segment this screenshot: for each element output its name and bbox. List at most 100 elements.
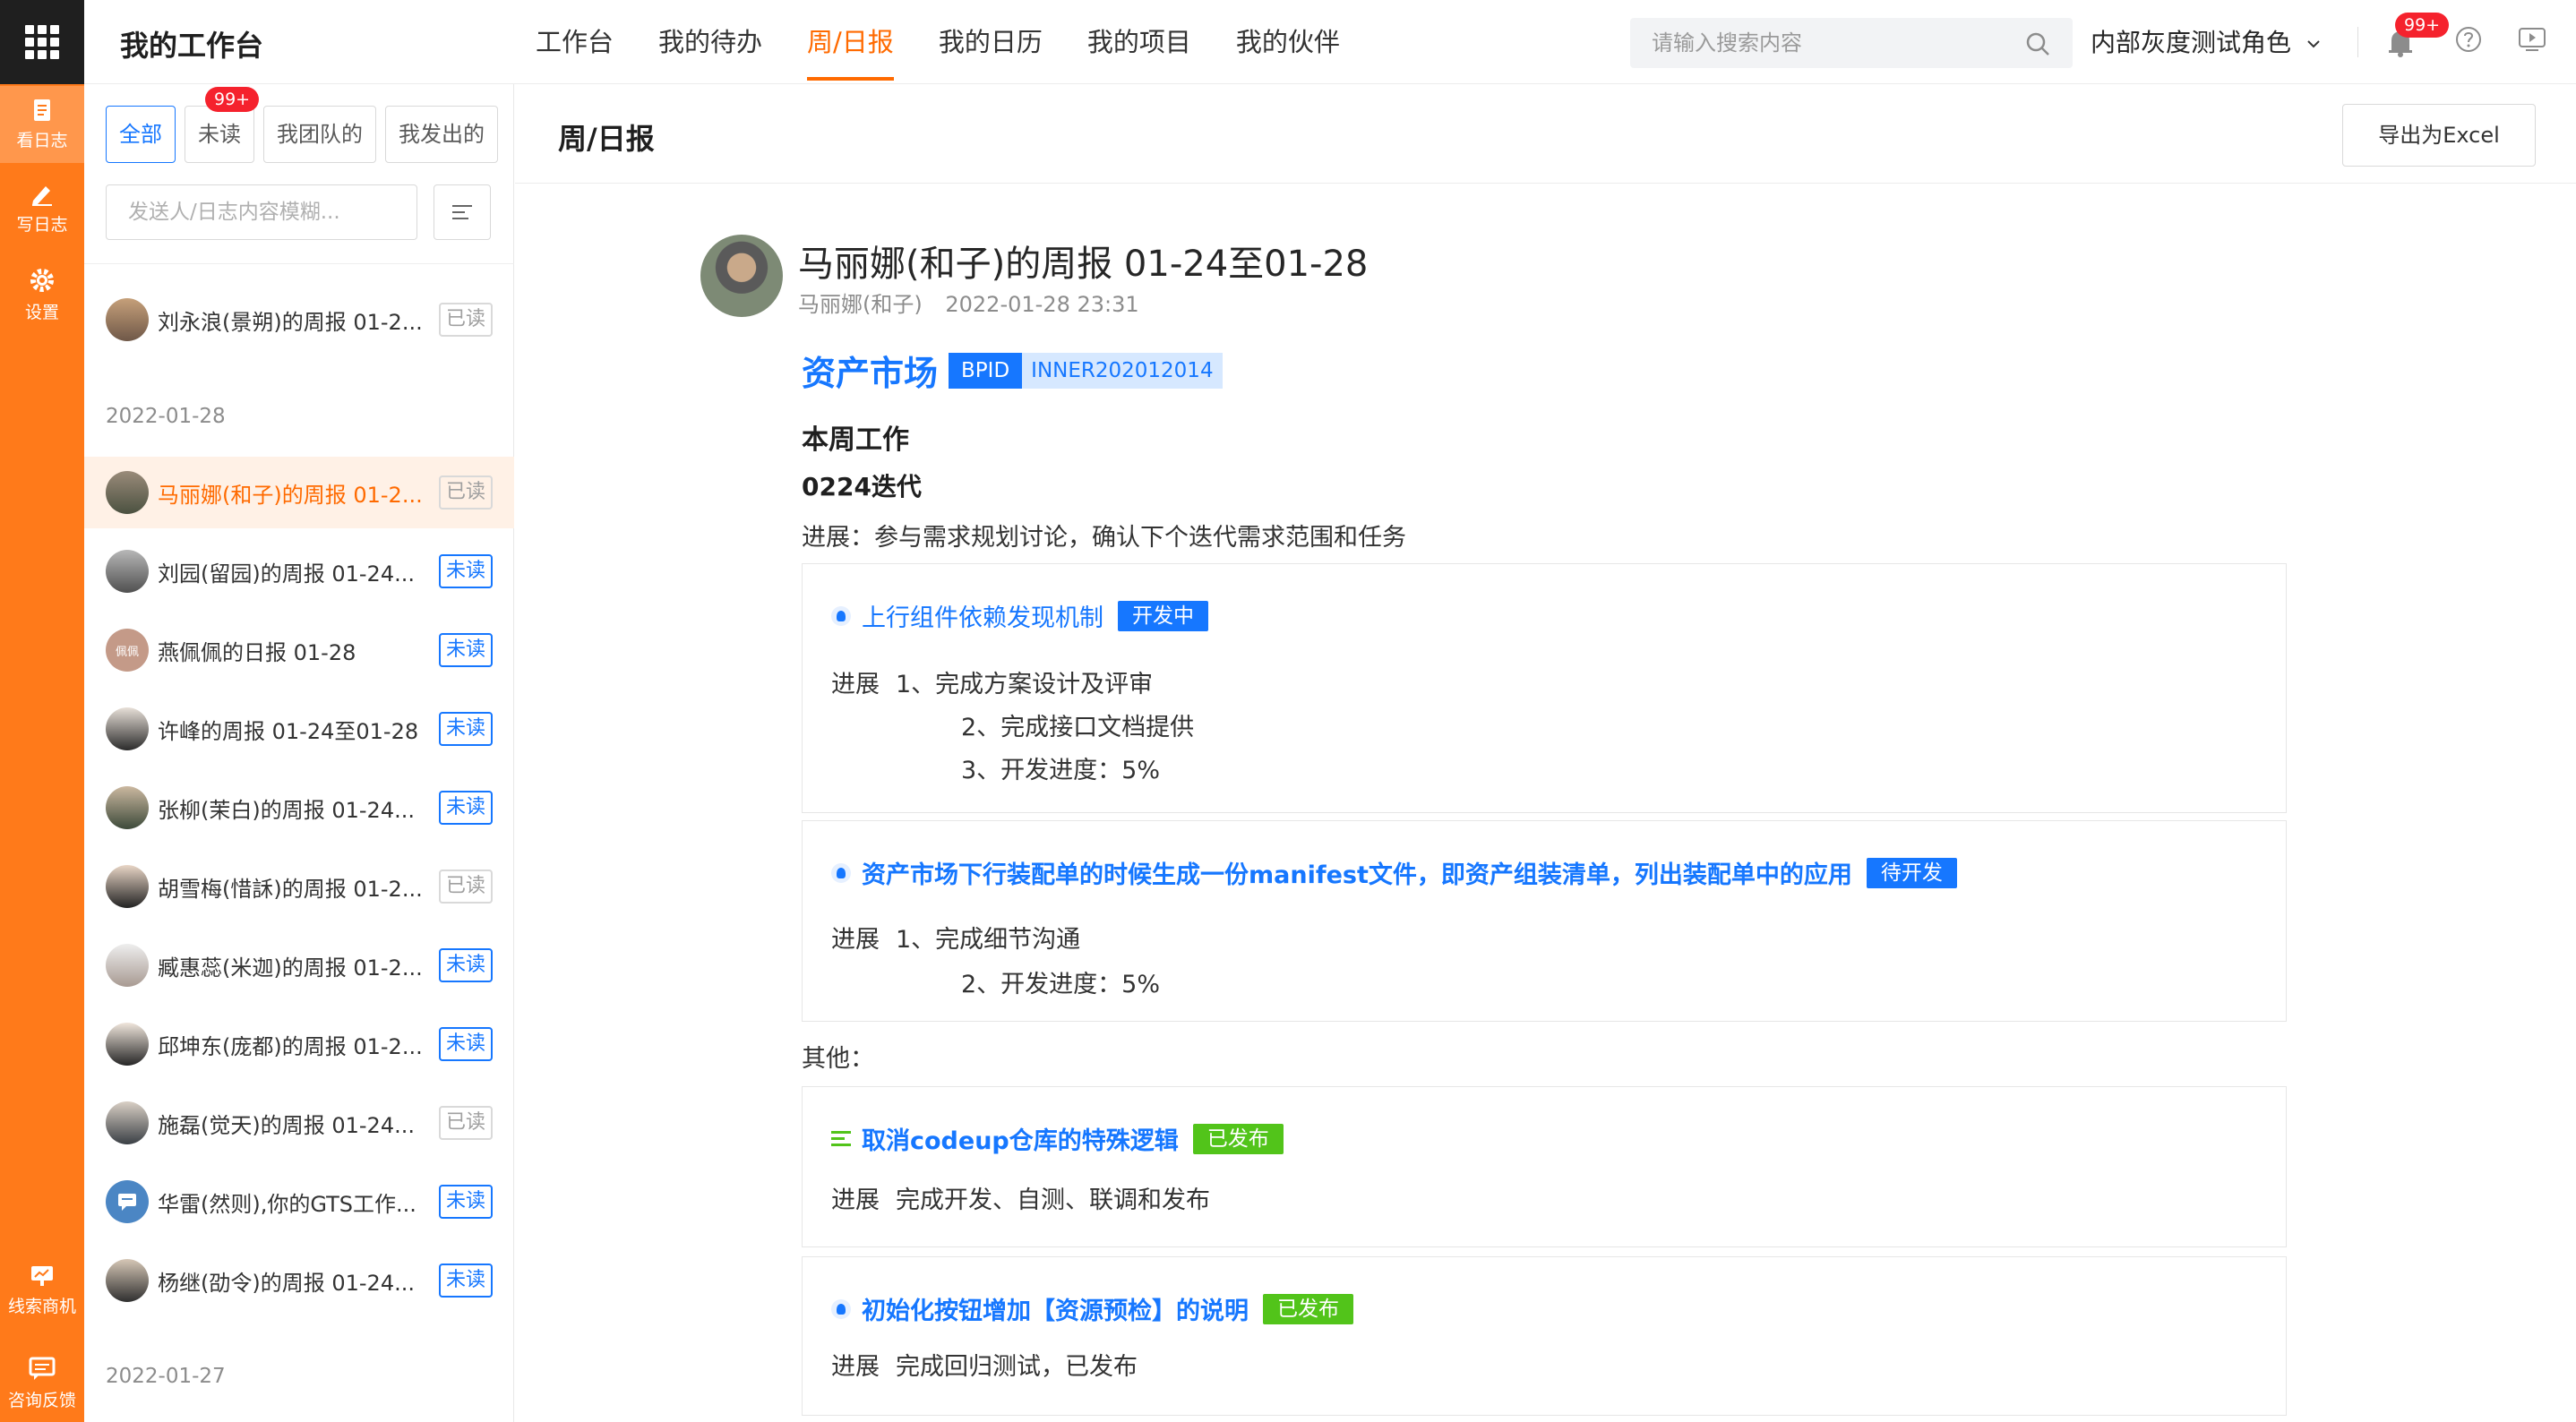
feedback-icon <box>29 1357 56 1380</box>
avatar <box>106 865 149 908</box>
report-author: 马丽娜(和子) <box>798 292 923 317</box>
filter-all[interactable]: 全部 <box>106 106 176 163</box>
requirement-icon <box>831 862 851 883</box>
rail-label: 咨询反馈 <box>7 1390 76 1410</box>
task-card-header: 取消codeup仓库的特殊逻辑 已发布 <box>831 1121 1284 1156</box>
list-search-input[interactable] <box>106 184 417 240</box>
progress-line: 1、完成方案设计及评审 <box>896 671 1154 698</box>
left-rail: 看日志 写日志 设置 线索商机 咨询反馈 <box>0 0 84 1422</box>
divider <box>2357 27 2358 57</box>
notification-badge: 99+ <box>2395 13 2450 38</box>
presentation-icon <box>31 1265 53 1286</box>
list-item-title: 刘永浪(景朔)的周报 01-2... <box>158 309 423 335</box>
task-icon <box>831 1129 851 1149</box>
read-status-tag: 未读 <box>438 633 493 667</box>
main-nav: 工作台 我的待办 周/日报 我的日历 我的项目 我的伙伴 <box>536 0 1385 84</box>
progress-line: 1、完成细节沟通 <box>896 926 1081 954</box>
bpid-label: BPID <box>949 352 1023 389</box>
progress-label: 进展 <box>831 671 880 698</box>
search-icon[interactable] <box>2024 30 2051 57</box>
filter-my-team[interactable]: 我团队的 <box>263 106 376 163</box>
task-card: 初始化按钮增加【资源预检】的说明 已发布 进展 完成回归测试，已发布 <box>802 1256 2287 1416</box>
avatar <box>106 298 149 341</box>
list-item[interactable]: 刘永浪(景朔)的周报 01-2... 已读 <box>84 284 514 356</box>
list-item[interactable]: 刘园(留园)的周报 01-24... 未读 <box>84 535 514 607</box>
search-input[interactable] <box>1630 18 1988 68</box>
sort-button[interactable] <box>434 184 491 240</box>
report-detail: 周/日报 导出为Excel 马丽娜(和子)的周报 01-24至01-28 马丽娜… <box>515 84 2576 1422</box>
nav-reports[interactable]: 周/日报 <box>807 0 894 84</box>
top-header: 我的工作台 工作台 我的待办 周/日报 我的日历 我的项目 我的伙伴 内部灰度测… <box>84 0 2576 84</box>
list-item[interactable]: 华雷(然则),你的GTS工作... 未读 <box>84 1166 514 1238</box>
requirement-icon <box>831 1298 851 1319</box>
role-switcher[interactable]: 内部灰度测试角色 <box>2091 23 2321 59</box>
section-heading: 本周工作 <box>802 424 909 456</box>
task-card: 上行组件依赖发现机制 开发中 进展 1、完成方案设计及评审 2、完成接口文档提供… <box>802 563 2287 813</box>
list-item[interactable]: 施磊(觉天)的周报 01-24... 已读 <box>84 1087 514 1159</box>
notification-button[interactable]: 99+ <box>2386 13 2450 61</box>
read-status-tag: 已读 <box>438 1106 493 1140</box>
nav-todo[interactable]: 我的待办 <box>658 0 762 84</box>
list-item[interactable]: 佩佩 燕佩佩的日报 01-28 未读 <box>84 614 514 686</box>
nav-workbench[interactable]: 工作台 <box>536 0 614 84</box>
gear-icon <box>30 268 54 292</box>
rail-item-leads[interactable]: 线索商机 <box>0 1252 84 1329</box>
divider <box>515 183 2576 184</box>
rail-item-settings[interactable]: 设置 <box>0 256 84 333</box>
page-title: 周/日报 <box>558 122 655 156</box>
nav-calendar[interactable]: 我的日历 <box>939 0 1043 84</box>
task-title-link[interactable]: 取消codeup仓库的特殊逻辑 <box>862 1121 1179 1156</box>
read-status-tag: 未读 <box>438 948 493 982</box>
rail-item-feedback[interactable]: 咨询反馈 <box>0 1345 84 1422</box>
progress-label: 进展 <box>831 1353 880 1381</box>
list-item-title: 杨继(劭令)的周报 01-24... <box>158 1270 415 1296</box>
avatar: 佩佩 <box>106 629 149 672</box>
filter-tabs: 全部 未读 99+ 我团队的 我发出的 <box>106 87 507 163</box>
task-title-link[interactable]: 资产市场下行装配单的时候生成一份manifest文件，即资产组装清单，列出装配单… <box>862 855 1852 890</box>
list-item[interactable]: 胡雪梅(惜訸)的周报 01-2... 已读 <box>84 851 514 922</box>
status-badge: 开发中 <box>1118 600 1208 631</box>
avatar <box>106 707 149 750</box>
list-item[interactable]: 臧惠蕊(米迦)的周报 01-2... 未读 <box>84 929 514 1001</box>
read-status-tag: 未读 <box>438 1027 493 1061</box>
apps-grid-icon[interactable] <box>0 0 84 84</box>
task-title-link[interactable]: 上行组件依赖发现机制 <box>862 598 1103 633</box>
list-item[interactable]: 马丽娜(和子)的周报 01-2... 已读 <box>84 457 514 528</box>
help-icon[interactable] <box>2454 25 2483 54</box>
list-item-title: 张柳(茉白)的周报 01-24... <box>158 797 415 823</box>
list-item-title: 刘园(留园)的周报 01-24... <box>158 561 415 587</box>
list-item-title: 马丽娜(和子)的周报 01-2... <box>158 482 423 508</box>
task-card: 资产市场下行装配单的时候生成一份manifest文件，即资产组装清单，列出装配单… <box>802 820 2287 1022</box>
avatar <box>106 471 149 514</box>
read-status-tag: 未读 <box>438 712 493 746</box>
report-time: 2022-01-28 23:31 <box>945 292 1139 317</box>
list-item-title: 邱坤东(庞都)的周报 01-2... <box>158 1033 423 1059</box>
divider <box>84 263 514 264</box>
rail-item-view-log[interactable]: 看日志 <box>0 86 84 163</box>
avatar <box>106 786 149 829</box>
video-icon[interactable] <box>2517 25 2547 54</box>
progress-line: 完成开发、自测、联调和发布 <box>896 1186 1210 1214</box>
filter-sent[interactable]: 我发出的 <box>385 106 498 163</box>
nav-projects[interactable]: 我的项目 <box>1087 0 1191 84</box>
progress-label: 进展 <box>831 926 880 954</box>
task-card: 取消codeup仓库的特殊逻辑 已发布 进展 完成开发、自测、联调和发布 <box>802 1086 2287 1247</box>
project-name[interactable]: 资产市场 <box>802 346 938 395</box>
list-item[interactable]: 邱坤东(庞都)的周报 01-2... 未读 <box>84 1008 514 1080</box>
list-item[interactable]: 许峰的周报 01-24至01-28 未读 <box>84 693 514 765</box>
read-status-tag: 已读 <box>438 869 493 904</box>
progress-line: 3、开发进度：5% <box>961 757 1161 784</box>
status-badge: 已发布 <box>1192 1123 1284 1154</box>
task-card-header: 上行组件依赖发现机制 开发中 <box>831 598 1208 633</box>
avatar <box>106 1180 149 1223</box>
list-item[interactable]: 张柳(茉白)的周报 01-24... 未读 <box>84 772 514 844</box>
list-item[interactable]: 杨继(劭令)的周报 01-24... 未读 <box>84 1245 514 1316</box>
status-badge: 已发布 <box>1263 1293 1353 1324</box>
nav-partners[interactable]: 我的伙伴 <box>1236 0 1340 84</box>
avatar <box>106 550 149 593</box>
filter-unread[interactable]: 未读 99+ <box>185 87 260 163</box>
read-status-tag: 未读 <box>438 791 493 825</box>
task-title-link[interactable]: 初始化按钮增加【资源预检】的说明 <box>862 1291 1249 1326</box>
export-excel-button[interactable]: 导出为Excel <box>2342 104 2536 167</box>
rail-item-write-log[interactable]: 写日志 <box>0 170 84 247</box>
